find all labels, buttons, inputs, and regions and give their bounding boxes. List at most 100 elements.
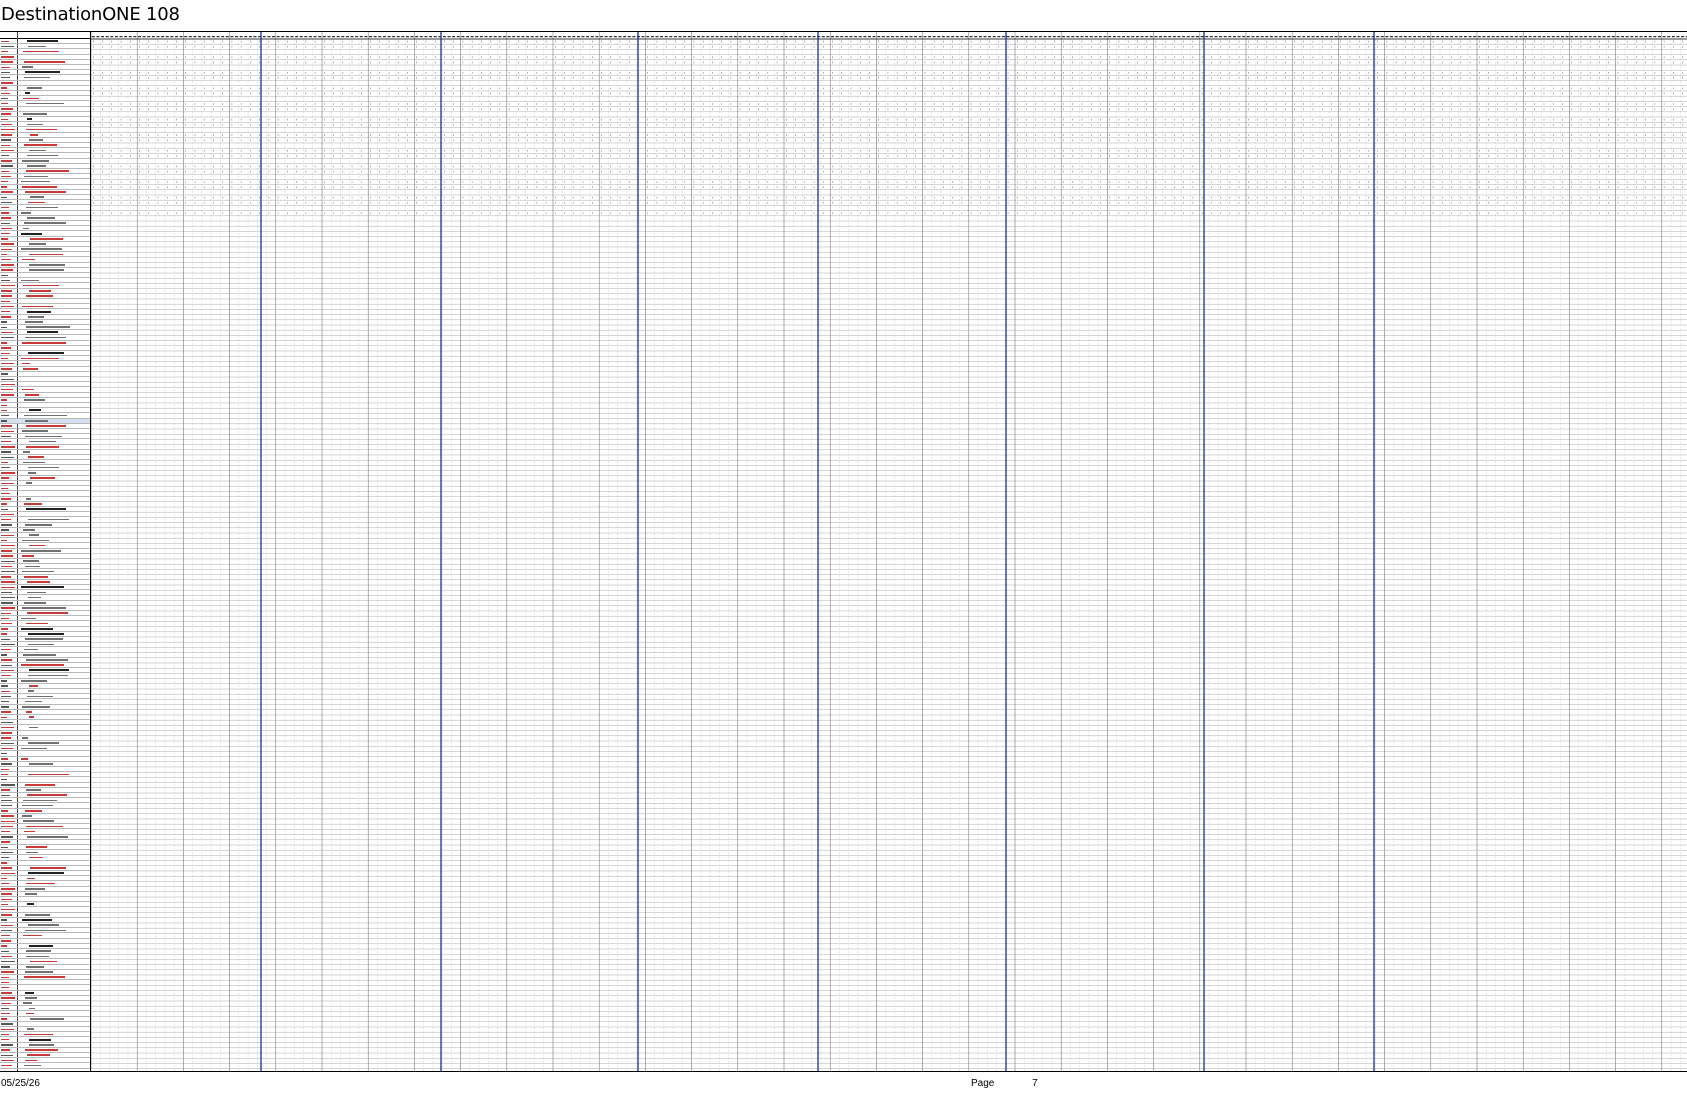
row-description-mark (23, 799, 57, 802)
row-code-mark (1, 570, 15, 573)
row-description-mark (28, 690, 34, 692)
row-description-mark (23, 451, 30, 453)
row-code-mark (1, 227, 12, 230)
row-code-mark (1, 352, 10, 355)
row-code-mark (1, 981, 9, 984)
row-description-mark (26, 170, 69, 172)
row-code-mark (1, 305, 14, 308)
row-description-mark (21, 180, 50, 183)
row-description-mark (26, 711, 32, 713)
row-code-mark (1, 784, 15, 786)
row-code-mark (1, 576, 11, 578)
row-code-mark (1, 446, 15, 448)
row-code-mark (1, 758, 8, 760)
row-code-mark (1, 196, 7, 199)
row-description-mark (21, 617, 36, 620)
row-description-mark (23, 1002, 32, 1004)
row-code-mark (1, 1064, 12, 1067)
row-description-mark (30, 196, 44, 198)
row-code-mark (1, 430, 14, 433)
row-code-mark (1, 534, 14, 537)
row-code-mark (1, 992, 12, 994)
row-description-mark (21, 627, 53, 630)
row-code-mark (1, 1002, 11, 1005)
row-description-mark (24, 601, 46, 604)
row-description-mark (23, 653, 56, 656)
row-code-mark (1, 383, 15, 386)
row-code-mark (1, 633, 7, 635)
row-description-mark (22, 570, 54, 573)
row-description-mark (25, 523, 52, 526)
row-description-mark (25, 887, 45, 890)
row-code-mark (1, 71, 10, 74)
row-label-header (0, 32, 90, 39)
row-description-mark (27, 591, 46, 594)
row-code-mark (1, 1049, 10, 1051)
row-description-mark (21, 664, 64, 666)
row-code-mark (1, 773, 8, 776)
row-code-mark (1, 732, 12, 734)
row-description-mark (27, 40, 58, 43)
row-code-mark (1, 477, 9, 479)
row-description-mark (27, 118, 32, 121)
row-description-mark (25, 1059, 37, 1062)
row-description-mark (21, 232, 42, 235)
row-code-mark (1, 810, 8, 812)
row-code-mark (1, 290, 12, 292)
row-code-mark (1, 1059, 14, 1062)
row-code-mark (1, 669, 14, 672)
row-code-mark (1, 149, 14, 152)
row-code-mark (1, 508, 8, 511)
row-code-mark (1, 56, 14, 58)
row-code-mark (1, 1028, 14, 1031)
row-code-mark (1, 700, 9, 703)
row-description-mark (24, 399, 45, 401)
row-description-mark (29, 763, 53, 765)
row-code-mark (1, 518, 11, 521)
row-code-mark (1, 139, 11, 141)
row-code-mark (1, 399, 7, 401)
row-code-mark (1, 466, 10, 469)
row-code-mark (1, 40, 9, 43)
row-code-mark (1, 102, 8, 105)
row-description-mark (24, 830, 35, 833)
row-code-mark (1, 373, 8, 375)
row-description-mark (22, 341, 66, 344)
row-description-mark (21, 211, 31, 214)
row-description-mark (25, 1049, 58, 1051)
row-description-mark (24, 1064, 41, 1067)
row-code-mark (1, 524, 12, 526)
row-description-mark (24, 144, 57, 146)
row-code-mark (1, 154, 9, 157)
row-code-mark (1, 487, 8, 490)
row-code-mark (1, 368, 12, 370)
row-description-mark (26, 851, 38, 854)
row-description-mark (30, 1017, 64, 1020)
row-description-mark (27, 331, 58, 334)
row-code-mark (1, 316, 11, 318)
row-code-mark (1, 378, 14, 381)
row-description-mark (21, 586, 64, 589)
row-code-mark (1, 362, 14, 365)
row-code-mark (1, 721, 13, 724)
row-description-mark (28, 632, 64, 635)
row-code-mark (1, 409, 7, 412)
row-code-mark (1, 716, 7, 719)
row-description-mark (28, 315, 44, 318)
row-description-mark (25, 700, 42, 703)
row-code-mark (1, 1007, 9, 1010)
row-description-mark (24, 175, 48, 178)
row-code-mark (1, 498, 11, 500)
row-code-mark (1, 1038, 9, 1041)
grid-background (91, 32, 1687, 1071)
row-description-mark (29, 856, 43, 859)
row-code-mark (1, 175, 11, 178)
footer-page: Page 7 (971, 1078, 1038, 1089)
row-code-mark (1, 856, 9, 859)
row-description-mark (26, 825, 63, 828)
row-code-mark (1, 191, 13, 193)
row-description-mark (25, 991, 34, 994)
row-description-mark (28, 456, 44, 458)
row-description-mark (28, 924, 59, 926)
row-code-mark (1, 201, 12, 204)
